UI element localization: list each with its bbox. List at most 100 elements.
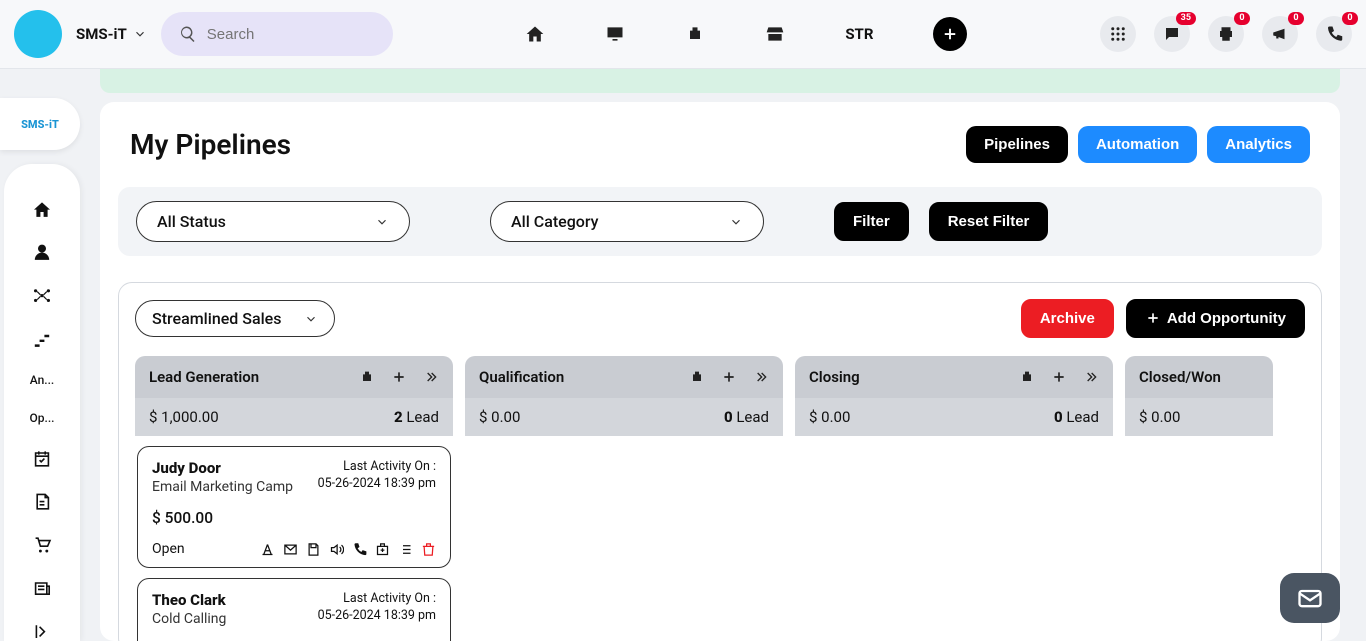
sidebar-item-op[interactable]: Op... <box>29 411 54 425</box>
column-header: Closed/Won <box>1125 356 1273 398</box>
filter-bar: All Status All Category Filter Reset Fil… <box>118 187 1322 256</box>
column-summary: $ 0.00 <box>1125 398 1273 436</box>
status-select-label: All Status <box>157 212 226 231</box>
sidebar-cart-icon[interactable] <box>31 535 53 554</box>
desktop-icon[interactable] <box>605 24 625 44</box>
call-button[interactable]: 0 <box>1316 16 1352 52</box>
sidebar-user-icon[interactable] <box>31 243 53 262</box>
home-icon[interactable] <box>525 24 545 44</box>
board-header: Streamlined Sales Archive Add Opportunit… <box>135 299 1305 338</box>
list-icon[interactable] <box>398 542 413 557</box>
chevron-down-icon <box>304 312 318 326</box>
phone-icon[interactable] <box>352 542 367 557</box>
more-icon[interactable] <box>423 369 439 385</box>
column-amount: $ 0.00 <box>479 408 520 426</box>
sidebar-home-icon[interactable] <box>31 200 53 219</box>
card-activity-time: 05-26-2024 18:39 pm <box>318 608 436 625</box>
filter-button[interactable]: Filter <box>834 202 909 241</box>
print-button[interactable]: 0 <box>1208 16 1244 52</box>
column-summary: $ 1,000.00 2 Lead <box>135 398 453 436</box>
chat-badge: 35 <box>1176 12 1196 25</box>
top-nav: STR <box>407 17 1086 51</box>
column-unit: Lead <box>406 408 439 426</box>
column-header: Qualification <box>465 356 783 398</box>
plus-icon[interactable] <box>721 369 737 385</box>
sidebar-network-icon[interactable] <box>31 286 53 305</box>
text-icon[interactable] <box>260 542 275 557</box>
brand-menu[interactable]: SMS-iT <box>76 25 147 43</box>
sidebar-notes-icon[interactable] <box>31 492 53 511</box>
panel-header: My Pipelines Pipelines Automation Analyt… <box>118 126 1322 163</box>
apps-button[interactable] <box>1100 16 1136 52</box>
chevron-down-icon <box>133 27 147 41</box>
column-title: Closed/Won <box>1139 368 1221 386</box>
tab-automation[interactable]: Automation <box>1078 126 1197 163</box>
status-select[interactable]: All Status <box>136 201 410 242</box>
column-unit: Lead <box>1066 408 1099 426</box>
plus-icon[interactable] <box>391 369 407 385</box>
sidebar-collapse-icon[interactable] <box>31 622 53 641</box>
email-icon[interactable] <box>283 542 298 557</box>
tab-pipelines[interactable]: Pipelines <box>966 126 1068 163</box>
str-link[interactable]: STR <box>845 25 873 43</box>
column-lead-generation: Lead Generation $ 1,000.00 2 Lead J <box>135 356 453 641</box>
board-actions: Archive Add Opportunity <box>1021 299 1305 338</box>
medkit-icon[interactable] <box>375 542 390 557</box>
store-icon[interactable] <box>765 24 785 44</box>
column-unit: Lead <box>736 408 769 426</box>
card-name: Theo Clark <box>152 591 226 609</box>
category-select[interactable]: All Category <box>490 201 764 242</box>
card-source: Cold Calling <box>152 611 226 627</box>
plus-icon <box>941 25 959 43</box>
archive-button[interactable]: Archive <box>1021 299 1114 338</box>
columns: Lead Generation $ 1,000.00 2 Lead J <box>135 356 1305 641</box>
add-button[interactable] <box>933 17 967 51</box>
column-closed-won: Closed/Won $ 0.00 <box>1125 356 1273 641</box>
robot-icon[interactable] <box>359 369 375 385</box>
printer-icon <box>1217 25 1235 43</box>
announce-button[interactable]: 0 <box>1262 16 1298 52</box>
card-name: Judy Door <box>152 459 293 477</box>
opportunity-card[interactable]: Theo Clark Cold Calling Last Activity On… <box>137 578 451 641</box>
phone-icon <box>1325 25 1343 43</box>
search-input[interactable] <box>197 26 347 43</box>
column-closing: Closing $ 0.00 0 Lead <box>795 356 1113 641</box>
column-count: 2 <box>394 408 403 426</box>
search-box[interactable] <box>161 12 393 56</box>
add-opportunity-button[interactable]: Add Opportunity <box>1126 299 1305 338</box>
column-title: Qualification <box>479 368 564 386</box>
save-icon[interactable] <box>306 542 321 557</box>
column-header: Lead Generation <box>135 356 453 398</box>
sidebar-steps-icon[interactable] <box>31 330 53 349</box>
column-amount: $ 1,000.00 <box>149 408 219 426</box>
robot-icon[interactable] <box>1019 369 1035 385</box>
help-button[interactable] <box>1280 573 1340 623</box>
opportunity-card[interactable]: Judy Door Email Marketing Camp Last Acti… <box>137 446 451 568</box>
column-count: 0 <box>1054 408 1063 426</box>
page-tabs: Pipelines Automation Analytics <box>966 126 1310 163</box>
robot-icon[interactable] <box>689 369 705 385</box>
plus-icon[interactable] <box>1051 369 1067 385</box>
sidebar-calendar-icon[interactable] <box>31 449 53 468</box>
sidebar: An... Op... <box>4 164 80 641</box>
trash-icon[interactable] <box>421 542 436 557</box>
sidebar-item-an[interactable]: An... <box>30 373 55 387</box>
reset-filter-button[interactable]: Reset Filter <box>929 202 1049 241</box>
sidebar-logo[interactable]: SMS-iT <box>0 98 80 150</box>
chat-button[interactable]: 35 <box>1154 16 1190 52</box>
pipeline-select[interactable]: Streamlined Sales <box>135 300 335 337</box>
robot-icon[interactable] <box>685 24 705 44</box>
notice-banner <box>100 69 1340 93</box>
card-amount: $ 500.00 <box>152 509 436 527</box>
more-icon[interactable] <box>1083 369 1099 385</box>
category-select-label: All Category <box>511 212 599 231</box>
tab-analytics[interactable]: Analytics <box>1207 126 1310 163</box>
column-title: Closing <box>809 368 860 386</box>
sound-icon[interactable] <box>329 542 344 557</box>
more-icon[interactable] <box>753 369 769 385</box>
column-summary: $ 0.00 0 Lead <box>795 398 1113 436</box>
plus-icon <box>1145 310 1161 326</box>
avatar[interactable] <box>14 10 62 58</box>
brand-label: SMS-iT <box>76 25 127 43</box>
sidebar-news-icon[interactable] <box>31 579 53 598</box>
